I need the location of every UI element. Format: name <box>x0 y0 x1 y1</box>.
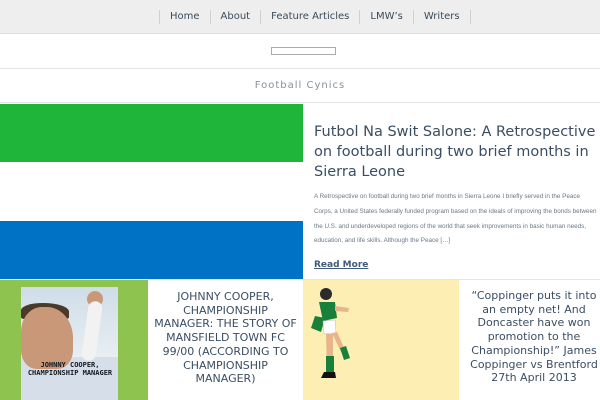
read-more-link[interactable]: Read More <box>314 260 368 270</box>
flag-stripe-blue <box>0 220 303 279</box>
flag-stripe-white <box>0 162 303 221</box>
featured-post-excerpt: A Retrospective on football during two b… <box>314 193 597 245</box>
footballer-illustration-icon <box>311 288 350 378</box>
top-nav-bar: Home About Feature Articles LMW’s Writer… <box>0 0 600 34</box>
search-input[interactable] <box>271 47 336 55</box>
post-thumbnail-footballer[interactable] <box>303 280 459 400</box>
post-card-johnny-cooper: JOHNNY COOPER, CHAMPIONSHIP MANAGER: THE… <box>148 280 303 400</box>
post-card-title[interactable]: JOHNNY COOPER, CHAMPIONSHIP MANAGER: THE… <box>152 290 299 386</box>
nav-divider <box>469 10 471 24</box>
book-cover-face <box>21 307 73 369</box>
site-title[interactable]: Football Cynics <box>0 70 600 103</box>
nav-item-writers[interactable]: Writers <box>414 7 470 27</box>
nav-item-home[interactable]: Home <box>160 7 210 27</box>
search-bar-row <box>0 35 600 69</box>
book-cover-icon: JOHNNY COOPER, CHAMPIONSHIP MANAGER <box>21 287 118 400</box>
nav-item-feature-articles[interactable]: Feature Articles <box>261 7 359 27</box>
sierra-leone-flag-image[interactable] <box>0 104 303 279</box>
featured-post: Futbol Na Swit Salone: A Retrospective o… <box>303 104 600 279</box>
main-nav: Home About Feature Articles LMW’s Writer… <box>159 7 471 27</box>
post-thumbnail-book[interactable]: JOHNNY COOPER, CHAMPIONSHIP MANAGER <box>0 280 148 400</box>
post-card-coppinger: “Coppinger puts it into an empty net! An… <box>459 280 600 400</box>
flag-stripe-green <box>0 104 303 163</box>
book-cover-title: JOHNNY COOPER, CHAMPIONSHIP MANAGER <box>27 361 113 377</box>
post-card-title[interactable]: “Coppinger puts it into an empty net! An… <box>463 289 600 385</box>
featured-post-title[interactable]: Futbol Na Swit Salone: A Retrospective o… <box>314 122 599 182</box>
nav-item-about[interactable]: About <box>211 7 261 27</box>
nav-item-lmws[interactable]: LMW’s <box>360 7 412 27</box>
